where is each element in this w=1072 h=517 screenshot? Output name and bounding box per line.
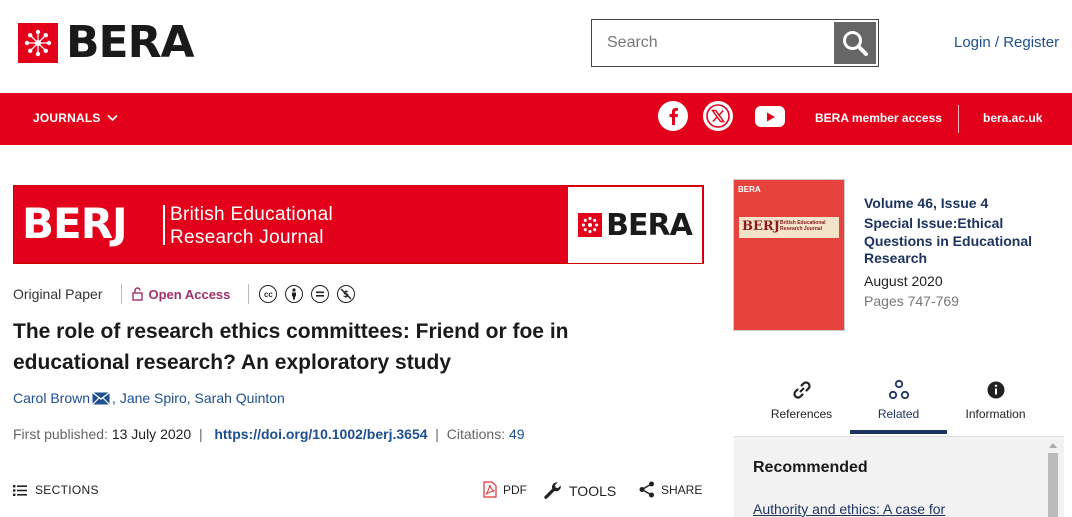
search-button[interactable] xyxy=(834,22,876,64)
journals-menu[interactable]: JOURNALS xyxy=(33,111,118,125)
journal-name-line1: British Educational xyxy=(170,204,334,225)
share-label: SHARE xyxy=(661,482,703,497)
facebook-icon xyxy=(669,108,678,125)
member-access-link[interactable]: BERA member access xyxy=(815,111,942,125)
x-icon xyxy=(706,104,730,128)
pdf-icon xyxy=(483,481,497,498)
bera-mark-icon xyxy=(18,23,58,63)
sidebar-tabs: References Related Information xyxy=(733,372,1064,434)
youtube-icon xyxy=(767,112,775,121)
cover-subtitle: British Educational Research Journal xyxy=(780,220,826,232)
wrench-icon xyxy=(544,482,561,499)
cover-logo: BERA xyxy=(738,185,761,194)
author-link[interactable]: Jane Spiro xyxy=(120,390,187,406)
author-link[interactable]: Carol Brown xyxy=(13,390,90,406)
tab-label: References xyxy=(770,407,833,421)
journals-label: JOURNALS xyxy=(33,111,101,125)
creative-commons-license[interactable]: cc $ xyxy=(259,285,356,303)
article-meta: Original Paper Open Access cc $ xyxy=(13,284,356,304)
chevron-down-icon xyxy=(107,114,118,122)
meta-divider xyxy=(248,284,250,304)
search-input[interactable] xyxy=(592,20,834,66)
youtube-link[interactable] xyxy=(755,106,785,127)
link-icon xyxy=(792,381,811,399)
cover-title: BERJ xyxy=(742,219,780,234)
list-icon xyxy=(13,484,27,496)
journal-cover-image[interactable]: BERA BERJ British Educational Research J… xyxy=(733,179,845,331)
first-published-date: 13 July 2020 xyxy=(111,426,192,442)
site-header: BERA Login / Register xyxy=(0,0,1072,93)
author-separator: , xyxy=(112,390,120,406)
tab-related[interactable]: Related xyxy=(850,372,947,434)
recommended-article-link[interactable]: Authority and ethics: A case for xyxy=(753,501,945,517)
publication-info: First published: 13 July 2020 | https://… xyxy=(13,426,525,442)
journal-name-line2: Research Journal xyxy=(170,227,324,248)
search-icon xyxy=(843,31,868,56)
recommended-heading: Recommended xyxy=(753,459,868,476)
tab-label: Related xyxy=(877,407,920,421)
banner-bera-text: BERA xyxy=(606,207,693,243)
email-icon[interactable] xyxy=(92,391,110,405)
info-icon xyxy=(987,381,1004,399)
tools-label: TOOLS xyxy=(569,483,617,499)
bera-logo[interactable]: BERA xyxy=(18,17,195,68)
bera-site-link[interactable]: bera.ac.uk xyxy=(983,111,1042,125)
main-nav: JOURNALS BERA member access bera.ac.uk xyxy=(0,93,1072,145)
author-list: Carol Brown , Jane Spiro , Sarah Quinton xyxy=(13,390,285,406)
citations-label: Citations: xyxy=(446,426,506,442)
volume-issue-link[interactable]: Volume 46, Issue 4 xyxy=(864,195,1049,211)
open-access-badge[interactable]: Open Access xyxy=(131,286,231,302)
share-button[interactable]: SHARE xyxy=(639,481,702,498)
tab-references[interactable]: References xyxy=(749,372,854,434)
facebook-link[interactable] xyxy=(658,101,688,131)
pdf-label: PDF xyxy=(503,482,527,497)
journal-fullname: British Educational Research Journal xyxy=(170,203,333,249)
brand-name: BERA xyxy=(66,17,195,68)
journal-abbr: BERJ xyxy=(22,199,128,248)
cc-nd-icon xyxy=(311,285,330,303)
share-icon xyxy=(639,481,654,498)
doi-link[interactable]: https://doi.org/10.1002/berj.3654 xyxy=(214,426,427,442)
recommended-panel: Recommended Authority and ethics: A case… xyxy=(734,436,1064,517)
author-link[interactable]: Sarah Quinton xyxy=(195,390,285,406)
login-register-link[interactable]: Login / Register xyxy=(954,34,1059,51)
scroll-thumb[interactable] xyxy=(1048,453,1058,517)
bera-mark-icon xyxy=(578,213,603,237)
banner-bera-logo: BERA xyxy=(568,187,702,263)
banner-divider xyxy=(163,205,165,245)
tools-button[interactable]: TOOLS xyxy=(543,481,616,501)
special-issue-title: Special Issue:Ethical Questions in Educa… xyxy=(864,215,1033,266)
related-icon xyxy=(888,379,909,400)
info-separator: | xyxy=(431,426,443,442)
tab-information[interactable]: Information xyxy=(943,372,1048,434)
journal-banner[interactable]: BERJ British Educational Research Journa… xyxy=(13,185,704,264)
article-title: The role of research ethics committees: … xyxy=(13,320,569,374)
tab-label: Information xyxy=(965,407,1026,421)
article-toolbar: SECTIONS PDF TOOLS SHARE xyxy=(13,481,704,503)
unlock-icon xyxy=(131,287,143,301)
page-range: Pages 747-769 xyxy=(864,292,959,309)
issue-info: Volume 46, Issue 4 Special Issue:Ethical… xyxy=(864,195,1049,309)
nav-divider xyxy=(958,105,959,133)
first-published-label: First published: xyxy=(13,426,108,442)
cc-by-icon xyxy=(285,285,304,303)
article-type: Original Paper xyxy=(13,286,103,302)
citations-count[interactable]: 49 xyxy=(509,426,525,442)
issue-date: August 2020 xyxy=(864,272,943,289)
pdf-button[interactable]: PDF xyxy=(483,481,527,498)
search-box xyxy=(591,19,879,67)
x-link[interactable] xyxy=(703,101,733,131)
sections-button[interactable]: SECTIONS xyxy=(13,483,99,497)
cc-icon: cc xyxy=(259,285,278,303)
recommended-scrollbar[interactable] xyxy=(1048,443,1058,517)
sections-label: SECTIONS xyxy=(35,483,99,497)
meta-divider xyxy=(120,284,122,304)
cc-nc-icon: $ xyxy=(337,285,356,303)
author-separator: , xyxy=(186,390,195,406)
open-access-label: Open Access xyxy=(148,286,231,302)
info-separator: | xyxy=(195,426,211,442)
scroll-up-arrow[interactable] xyxy=(1049,443,1057,448)
